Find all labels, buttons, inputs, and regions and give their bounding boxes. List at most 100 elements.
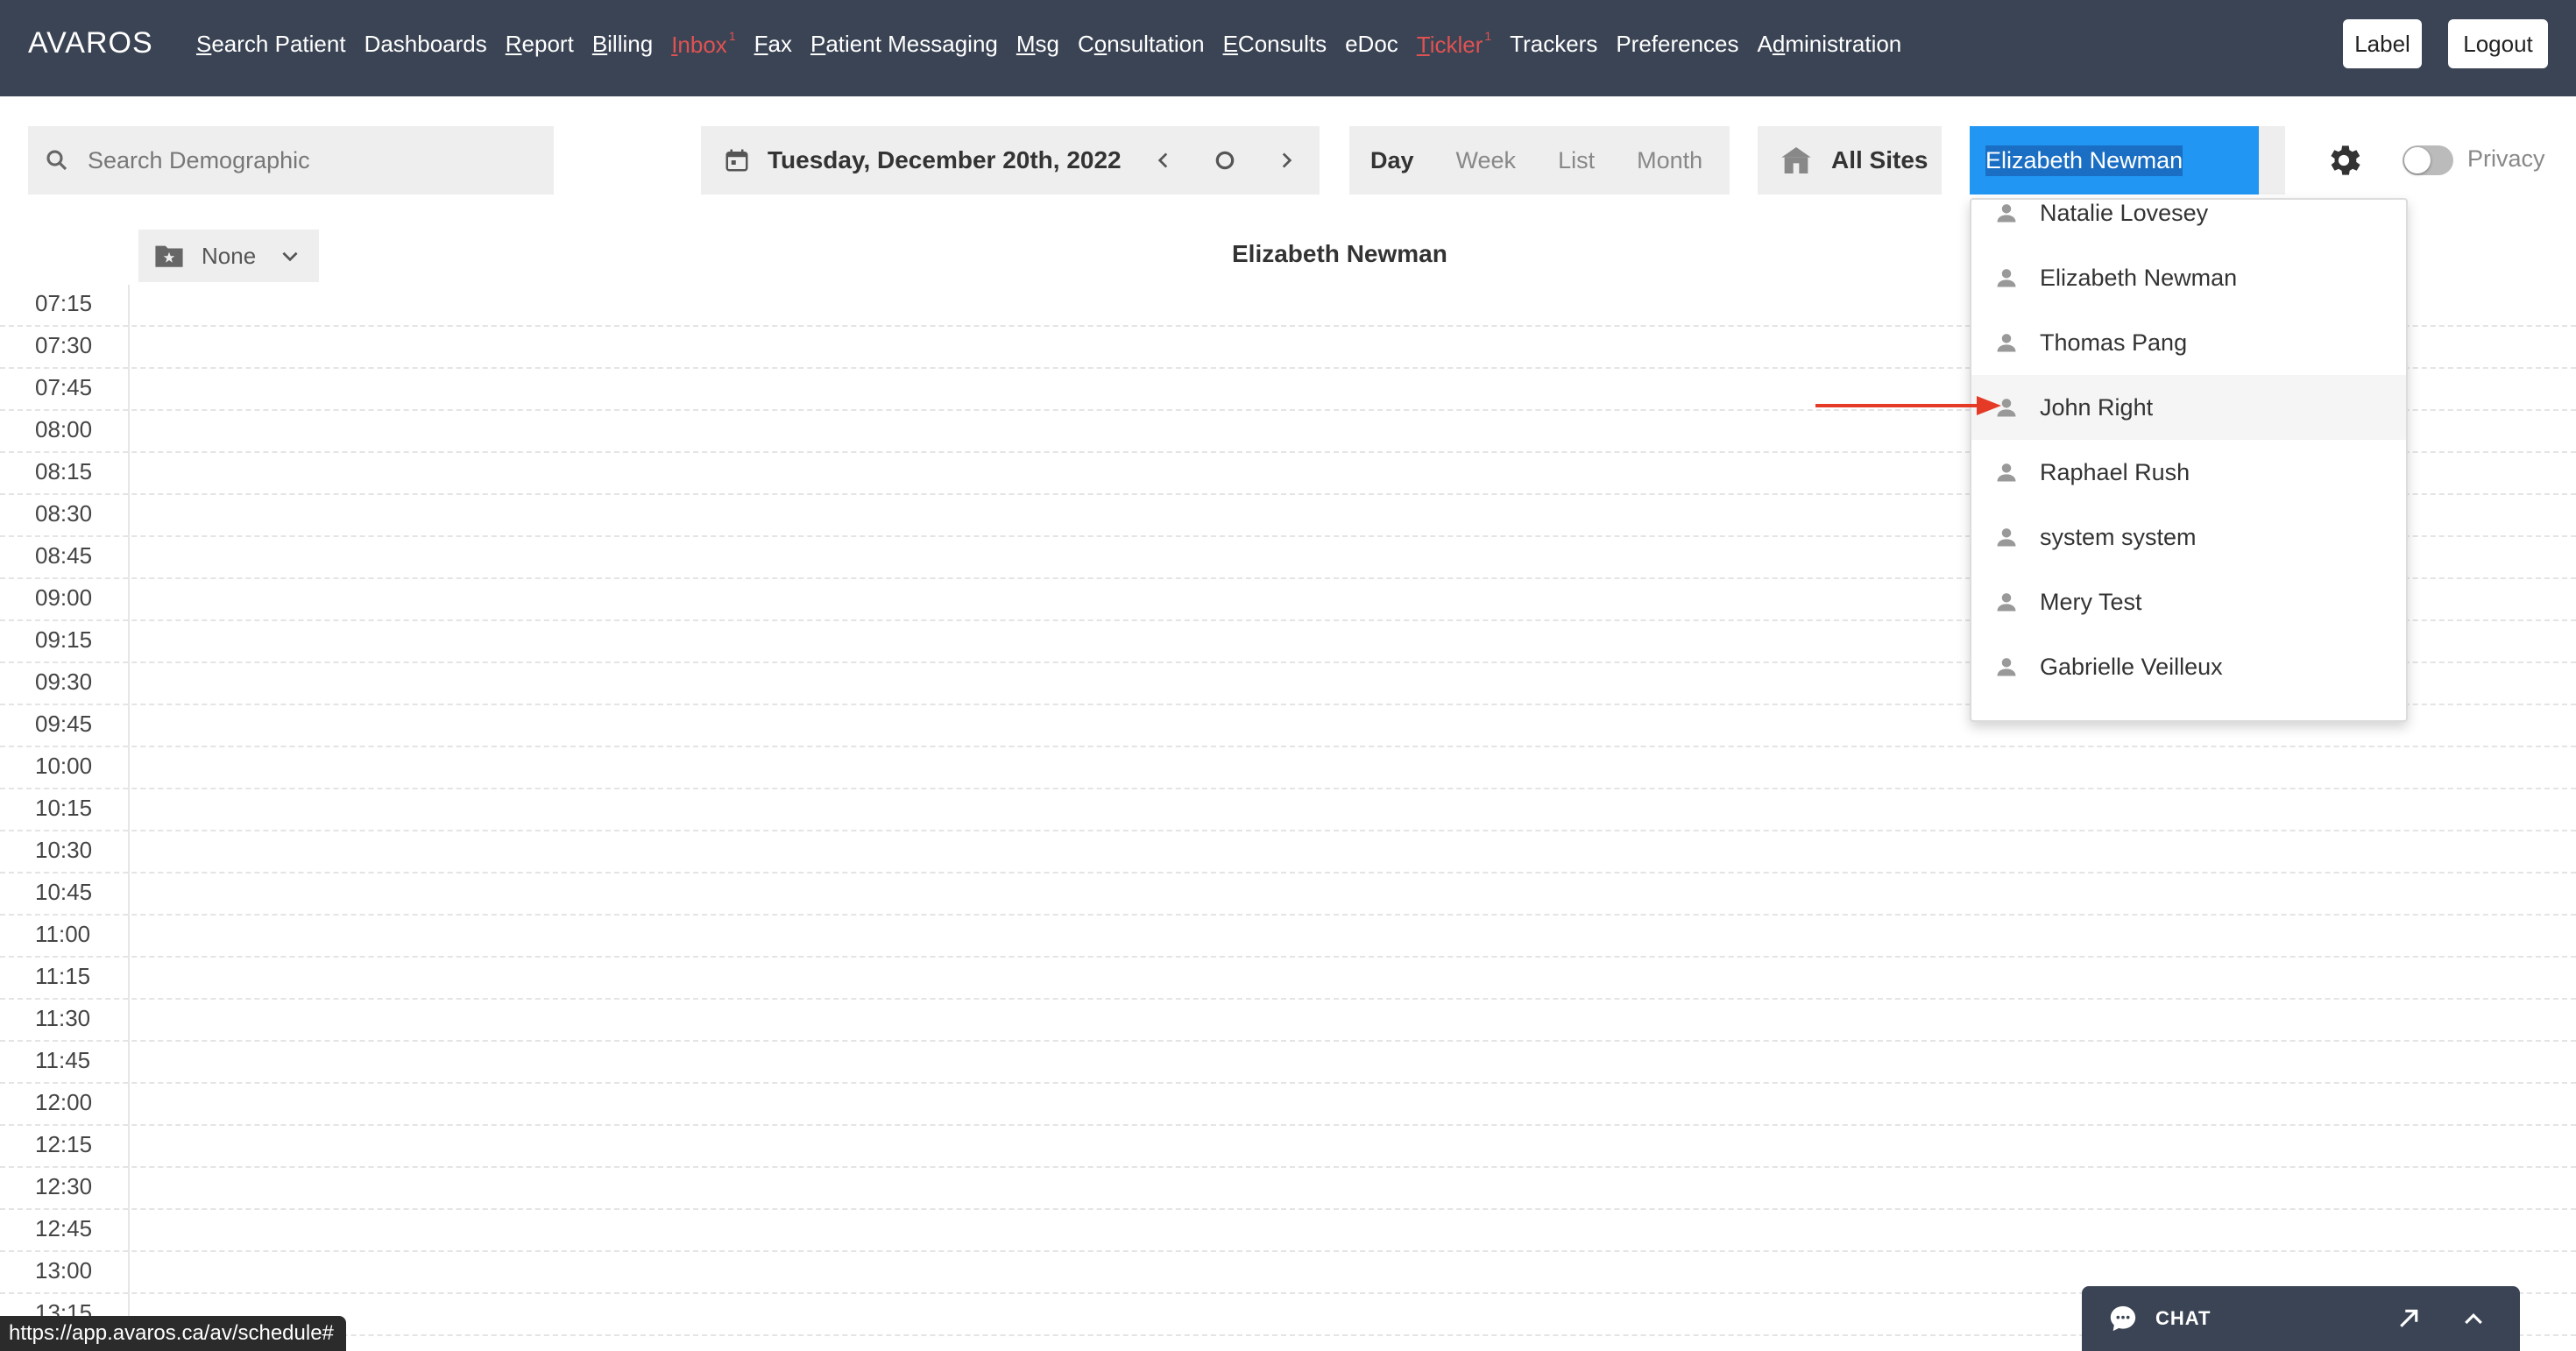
tab-month[interactable]: Month xyxy=(1616,147,1723,174)
nav-link-text: ax xyxy=(768,30,792,57)
nav-link[interactable]: Fax xyxy=(754,31,792,58)
expand-icon[interactable] xyxy=(2396,1305,2422,1332)
provider-option[interactable]: Gabrielle Veilleux xyxy=(1971,634,2406,699)
search-demographic-input[interactable]: Search Demographic xyxy=(28,126,554,195)
provider-column-header: Elizabeth Newman xyxy=(1232,240,1447,267)
brand-logo: AVAROS xyxy=(28,26,153,60)
nav-link-text: Consults xyxy=(1237,30,1327,57)
person-icon xyxy=(1994,719,2019,722)
circle-icon xyxy=(1215,151,1235,170)
provider-option[interactable]: Natalie Lovesey xyxy=(1971,199,2406,245)
time-label: 12:15 xyxy=(35,1131,93,1157)
time-label: 10:00 xyxy=(35,753,93,779)
folder-filter-select[interactable]: None xyxy=(138,230,319,282)
nav-link[interactable]: Tickler 1 xyxy=(1417,29,1491,59)
person-icon xyxy=(1997,269,2016,287)
calendar-icon[interactable] xyxy=(724,147,750,173)
previous-day-button[interactable] xyxy=(1139,126,1188,195)
view-tabs: Day Week List Month xyxy=(1349,126,1730,195)
time-label: 10:15 xyxy=(35,795,93,821)
folder-label: None xyxy=(202,242,257,269)
nav-link-shortcut-letter: d xyxy=(1772,30,1786,57)
chat-label: CHAT xyxy=(2155,1307,2212,1329)
nav-link-text: ickler xyxy=(1429,32,1483,58)
time-label: 11:45 xyxy=(35,1047,91,1073)
nav-link[interactable]: Administration xyxy=(1758,31,1902,58)
nav-link[interactable]: EConsults xyxy=(1223,31,1327,58)
nav-link[interactable]: Search Patient xyxy=(196,31,346,58)
time-slot-row[interactable]: 10:15 xyxy=(0,789,2576,831)
nav-link-text: earch Patient xyxy=(211,30,346,57)
provider-option-label: John Right xyxy=(2040,393,2154,421)
person-icon xyxy=(1997,334,2016,352)
time-slot-row[interactable]: 11:30 xyxy=(0,1000,2576,1042)
time-slot-row[interactable]: 10:30 xyxy=(0,831,2576,874)
time-slot-row[interactable]: 11:15 xyxy=(0,958,2576,1000)
time-slot-row[interactable]: 10:00 xyxy=(0,747,2576,789)
tab-week[interactable]: Week xyxy=(1435,147,1538,174)
provider-option[interactable]: Dr. Noah Wyle xyxy=(1971,699,2406,722)
chat-widget[interactable]: CHAT xyxy=(2082,1286,2520,1351)
nav-link-shortcut-letter: o xyxy=(1093,30,1108,57)
all-sites-button[interactable]: All Sites xyxy=(1758,126,1942,195)
chevron-up-icon[interactable] xyxy=(2460,1305,2487,1332)
time-slot-row[interactable]: 11:00 xyxy=(0,916,2576,958)
nav-link[interactable]: Dashboards xyxy=(364,31,487,58)
current-date[interactable]: Tuesday, December 20th, 2022 xyxy=(768,146,1122,174)
nav-link-shortcut-letter: B xyxy=(591,30,608,57)
provider-option-label: Dr. Noah Wyle xyxy=(2040,718,2192,721)
provider-selected-value[interactable]: Elizabeth Newman xyxy=(1970,126,2259,195)
date-navigator: Tuesday, December 20th, 2022 xyxy=(701,126,1320,195)
provider-option[interactable]: Mery Test xyxy=(1971,569,2406,634)
nav-link[interactable]: eDoc xyxy=(1345,31,1398,58)
next-day-button[interactable] xyxy=(1262,126,1311,195)
nav-link[interactable]: Consultation xyxy=(1078,31,1205,58)
provider-option-label: Natalie Lovesey xyxy=(2040,199,2209,226)
privacy-toggle[interactable] xyxy=(2403,145,2453,175)
tab-list[interactable]: List xyxy=(1537,147,1616,174)
time-slot-row[interactable]: 12:45 xyxy=(0,1210,2576,1252)
nav-link-shortcut-letter: T xyxy=(1416,32,1430,58)
nav-link[interactable]: Billing xyxy=(592,31,653,58)
nav-link-text: eport xyxy=(521,30,574,57)
nav-link[interactable]: Inbox 1 xyxy=(671,29,735,59)
privacy-label: Privacy xyxy=(2467,145,2545,172)
folder-star-icon xyxy=(155,245,183,267)
provider-option-label: Elizabeth Newman xyxy=(2040,264,2238,291)
nav-link[interactable]: Trackers xyxy=(1510,31,1597,58)
time-label: 09:30 xyxy=(35,668,93,695)
time-label: 10:30 xyxy=(35,837,93,863)
provider-option[interactable]: Elizabeth Newman xyxy=(1971,245,2406,310)
time-slot-row[interactable]: 11:45 xyxy=(0,1042,2576,1084)
provider-select-input[interactable]: Elizabeth Newman xyxy=(1970,126,2285,195)
search-icon xyxy=(46,150,67,171)
tab-day[interactable]: Day xyxy=(1349,147,1435,174)
time-label: 09:45 xyxy=(35,711,93,737)
label-button[interactable]: Label xyxy=(2343,19,2422,68)
time-slot-row[interactable]: 12:00 xyxy=(0,1084,2576,1126)
person-icon xyxy=(1997,658,2016,676)
provider-dropdown-list: Natalie Lovesey Elizabeth Newman Thomas Pa… xyxy=(1970,198,2408,722)
time-label: 08:00 xyxy=(35,416,93,442)
provider-option[interactable]: Raphael Rush xyxy=(1971,440,2406,505)
provider-option[interactable]: system system xyxy=(1971,505,2406,569)
time-slot-row[interactable]: 10:45 xyxy=(0,874,2576,916)
provider-option[interactable]: Thomas Pang xyxy=(1971,310,2406,375)
nav-link[interactable]: Patient Messaging xyxy=(810,31,998,58)
person-icon xyxy=(1997,528,2016,547)
today-button[interactable] xyxy=(1200,126,1249,195)
nav-link-shortcut-letter: R xyxy=(505,30,522,57)
time-label: 10:45 xyxy=(35,879,93,905)
provider-option-label: Raphael Rush xyxy=(2040,458,2190,485)
time-slot-row[interactable]: 12:15 xyxy=(0,1126,2576,1168)
logout-button[interactable]: Logout xyxy=(2448,19,2548,68)
nav-link[interactable]: Msg xyxy=(1016,31,1059,58)
gear-icon[interactable] xyxy=(2324,140,2364,180)
person-icon xyxy=(1997,463,2016,482)
provider-option[interactable]: John Right xyxy=(1971,375,2406,440)
nav-link[interactable]: Preferences xyxy=(1616,31,1738,58)
nav-link[interactable]: Report xyxy=(506,31,574,58)
toggle-knob xyxy=(2404,147,2431,173)
time-slot-row[interactable]: 12:30 xyxy=(0,1168,2576,1210)
nav-links: Search Patient Dashboards Report Billing Inb… xyxy=(196,0,1901,88)
